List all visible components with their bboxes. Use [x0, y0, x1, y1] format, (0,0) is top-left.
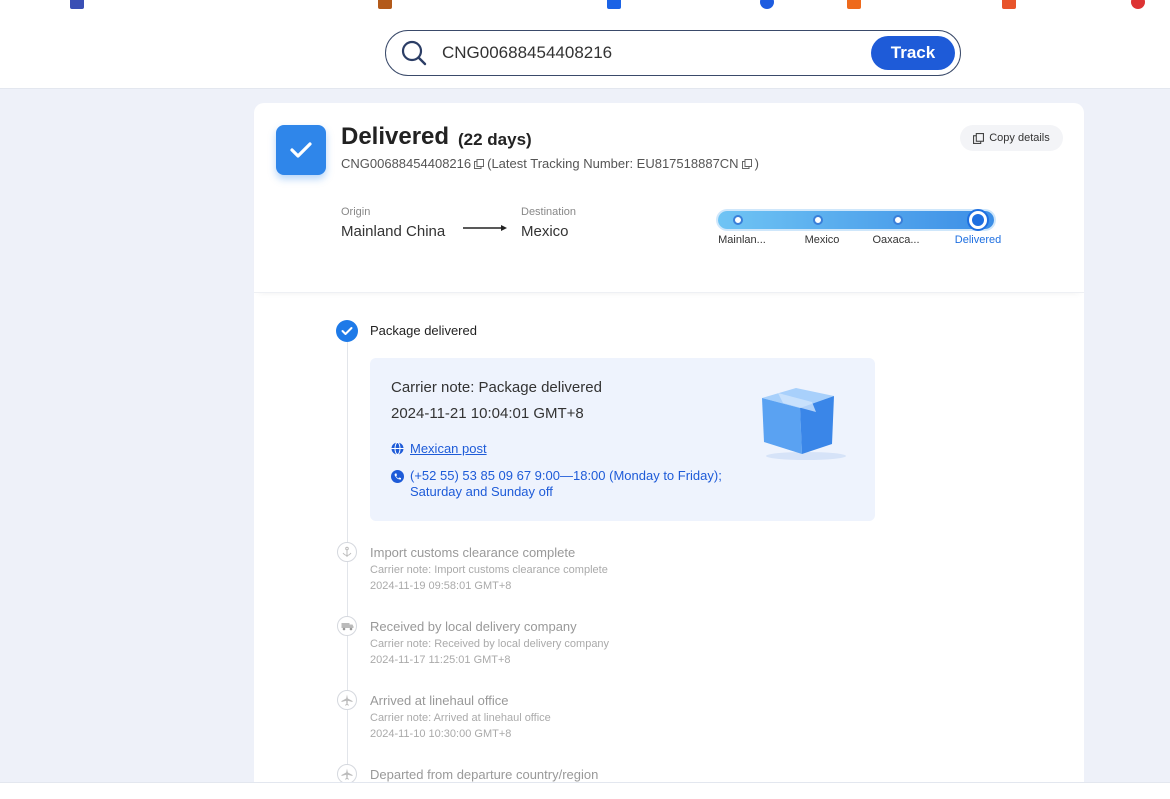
origin-value: Mainland China [341, 223, 446, 240]
phone-line-2: Saturday and Sunday off [410, 484, 553, 499]
status-days: (22 days) [458, 130, 532, 149]
event-time: 2024-11-17 11:25:01 GMT+8 [370, 654, 511, 666]
stop-label: Mainlan... [718, 234, 766, 246]
bookmark-icon [607, 0, 621, 9]
bookmark-icon [1002, 0, 1016, 9]
copy-details-label: Copy details [989, 132, 1050, 144]
stop-label: Mexico [804, 234, 840, 246]
bookmark-icon [70, 0, 84, 9]
tracking-card: Delivered (22 days) CNG00688454408216 (L… [254, 103, 1084, 799]
bookmark-icon [847, 0, 861, 9]
copy-details-button[interactable]: Copy details [960, 125, 1063, 151]
carrier-note: Carrier note: Package delivered [391, 379, 602, 396]
anchor-icon [337, 542, 357, 562]
plane-icon [337, 764, 357, 784]
plane-icon [337, 690, 357, 710]
summary-section: Delivered (22 days) CNG00688454408216 (L… [254, 103, 1084, 293]
search-input[interactable] [442, 41, 842, 65]
status-title: Delivered [341, 123, 450, 150]
phone-icon [391, 470, 404, 483]
bookmark-5[interactable] [847, 0, 861, 9]
timeline-line [347, 341, 348, 791]
progress-stop [893, 215, 903, 225]
phone-text[interactable]: (+52 55) 53 85 09 67 9:00—18:00 (Monday … [410, 468, 722, 500]
progress-bar [718, 209, 994, 231]
globe-icon [391, 442, 404, 455]
delivered-check-icon [276, 125, 326, 175]
event-title: Package delivered [370, 323, 477, 338]
carrier-link[interactable]: Mexican post [410, 441, 487, 456]
bookmark-7[interactable] [1131, 0, 1145, 9]
bookmark-icon [1131, 0, 1145, 9]
event-time: 2024-11-10 10:30:00 GMT+8 [370, 728, 512, 740]
latest-tracking-number: (Latest Tracking Number: EU817518887CN [487, 156, 739, 171]
bookmark-3[interactable] [607, 0, 621, 9]
carrier-row: Mexican post [391, 441, 487, 456]
tracking-number: CNG00688454408216 [341, 156, 472, 171]
bookmark-icon [378, 0, 392, 9]
origin-label: Origin [341, 206, 371, 218]
arrow-right-icon [463, 225, 507, 231]
event-note: Carrier note: Received by local delivery… [370, 638, 610, 650]
event-title: Departed from departure country/region [370, 767, 599, 782]
event-time: 2024-11-21 10:04:01 GMT+8 [391, 405, 584, 422]
timeline-event: Received by local delivery company Carri… [370, 619, 609, 666]
bookmarks-bar [0, 0, 1170, 14]
bottom-bar [0, 782, 1170, 799]
check-icon [336, 320, 358, 342]
event-note: Carrier note: Arrived at linehaul office [370, 712, 551, 724]
copy-icon[interactable] [741, 158, 752, 169]
progress-current-stop [967, 209, 989, 231]
track-button[interactable]: Track [871, 36, 955, 70]
event-title: Received by local delivery company [370, 619, 577, 634]
bookmark-4[interactable] [760, 0, 774, 9]
progress-stop [813, 215, 823, 225]
bookmark-icon [760, 0, 774, 9]
stop-label-active: Delivered [954, 234, 1002, 246]
event-title: Arrived at linehaul office [370, 693, 509, 708]
event-time: 2024-11-19 09:58:01 GMT+8 [370, 580, 512, 592]
bookmark-6[interactable] [1002, 0, 1016, 9]
destination-value: Mexico [521, 223, 569, 240]
bookmark-1[interactable] [70, 0, 84, 9]
event-title: Import customs clearance complete [370, 545, 576, 560]
event-note: Carrier note: Import customs clearance c… [370, 564, 608, 576]
timeline-event: Departed from departure country/region [370, 767, 598, 782]
phone-row: (+52 55) 53 85 09 67 9:00—18:00 (Monday … [391, 468, 751, 500]
timeline-event: Import customs clearance complete Carrie… [370, 545, 608, 592]
header: Track [0, 14, 1170, 89]
phone-line-1: (+52 55) 53 85 09 67 9:00—18:00 (Monday … [410, 468, 722, 483]
event-detail-box: Carrier note: Package delivered 2024-11-… [370, 358, 875, 521]
destination-label: Destination [521, 206, 577, 218]
stop-label: Oaxaca... [872, 234, 920, 246]
search-icon[interactable] [400, 39, 428, 67]
copy-icon[interactable] [474, 158, 485, 169]
bookmark-2[interactable] [378, 0, 392, 9]
truck-icon [337, 616, 357, 636]
copy-icon [973, 132, 985, 144]
tracking-numbers: CNG00688454408216 (Latest Tracking Numbe… [341, 156, 759, 171]
search-box: Track [385, 30, 961, 76]
progress-stop [733, 215, 743, 225]
package-box-icon [762, 388, 846, 460]
timeline-event: Arrived at linehaul office Carrier note:… [370, 693, 551, 740]
latest-suffix: ) [754, 156, 759, 171]
